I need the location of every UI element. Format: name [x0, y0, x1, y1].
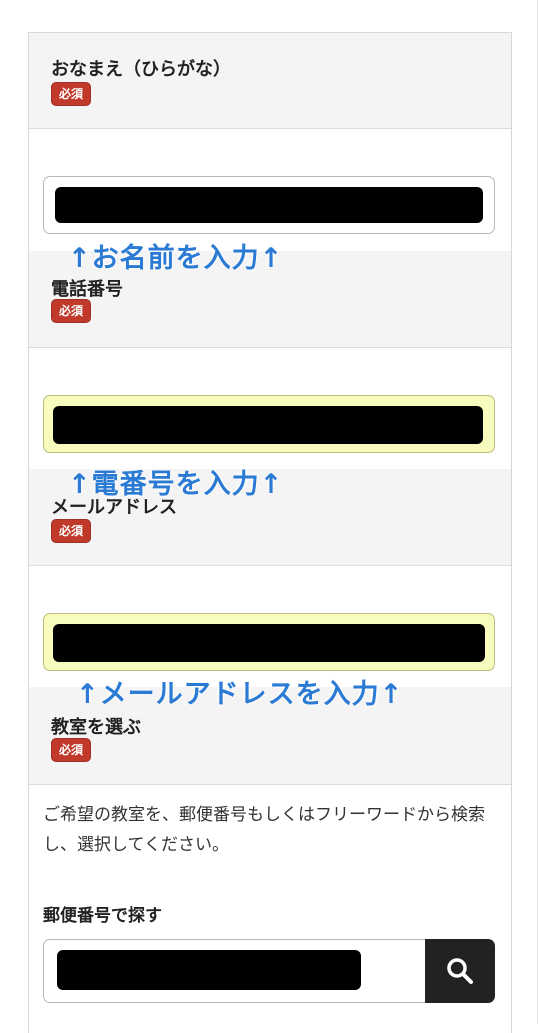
name-label-row: おなまえ（ひらがな） 必須	[29, 33, 511, 129]
search-icon	[447, 958, 473, 984]
redacted-phone-value	[53, 406, 483, 444]
phone-input[interactable]	[43, 395, 495, 453]
name-input[interactable]	[43, 176, 495, 234]
inquiry-form: おなまえ（ひらがな） 必須 電話番号 必須 メールアドレス 必須 教室を選ぶ 必…	[28, 32, 512, 1033]
required-badge: 必須	[51, 738, 92, 762]
required-badge: 必須	[51, 299, 92, 323]
phone-input-annotation: ↑電番号を入力↑	[68, 469, 284, 500]
classroom-description: ご希望の教室を、郵便番号もしくはフリーワードから検索し、選択してください。	[43, 805, 485, 855]
zip-code-input[interactable]	[43, 939, 427, 1003]
required-badge: 必須	[51, 82, 92, 106]
email-input-annotation: ↑メールアドレスを入力↑	[76, 679, 404, 710]
redacted-zip-value	[57, 950, 361, 990]
redacted-name-value	[55, 187, 483, 223]
zip-search-button[interactable]	[425, 939, 495, 1003]
name-label: おなまえ（ひらがな）	[51, 59, 231, 80]
email-input[interactable]	[43, 613, 495, 671]
zip-search-label: 郵便番号で探す	[43, 906, 162, 926]
name-input-annotation: ↑お名前を入力↑	[68, 243, 284, 274]
redacted-email-value	[53, 624, 485, 662]
classroom-label: 教室を選ぶ	[51, 717, 141, 738]
phone-label: 電話番号	[51, 279, 123, 300]
required-badge: 必須	[51, 519, 92, 543]
